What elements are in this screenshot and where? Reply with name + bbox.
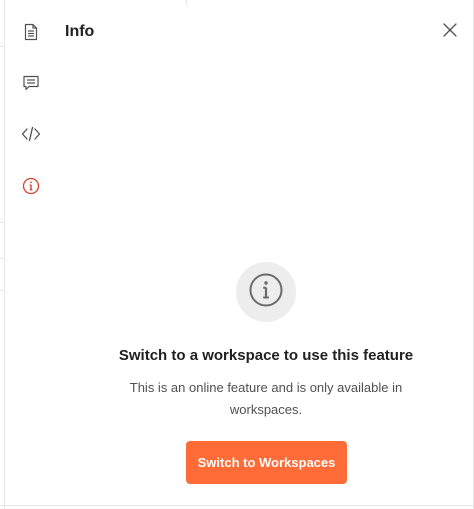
info-icon xyxy=(22,177,40,195)
close-button[interactable] xyxy=(438,20,462,44)
rail-item-documentation[interactable] xyxy=(8,9,54,55)
divider-tick xyxy=(0,290,4,291)
left-divider xyxy=(4,0,5,509)
divider-tick xyxy=(0,46,4,47)
comment-icon xyxy=(22,74,40,92)
empty-state-icon-badge xyxy=(236,262,296,322)
divider-tick xyxy=(0,258,4,259)
info-icon xyxy=(248,272,284,313)
empty-state-title: Switch to a workspace to use this featur… xyxy=(118,347,414,364)
bottom-divider xyxy=(0,505,474,506)
switch-to-workspaces-button[interactable]: Switch to Workspaces xyxy=(186,441,347,484)
rail-item-code[interactable] xyxy=(8,111,54,157)
info-panel: Info Switch to a workspace to use this f… xyxy=(0,0,474,509)
close-icon xyxy=(443,22,457,42)
panel-title: Info xyxy=(65,23,95,40)
code-icon xyxy=(21,126,41,142)
rail-item-comments[interactable] xyxy=(8,60,54,106)
document-icon xyxy=(23,23,39,41)
rail-item-info[interactable] xyxy=(8,163,54,209)
divider-tick xyxy=(0,222,4,223)
top-divider xyxy=(186,0,187,6)
empty-state-description: This is an online feature and is only av… xyxy=(129,380,403,417)
